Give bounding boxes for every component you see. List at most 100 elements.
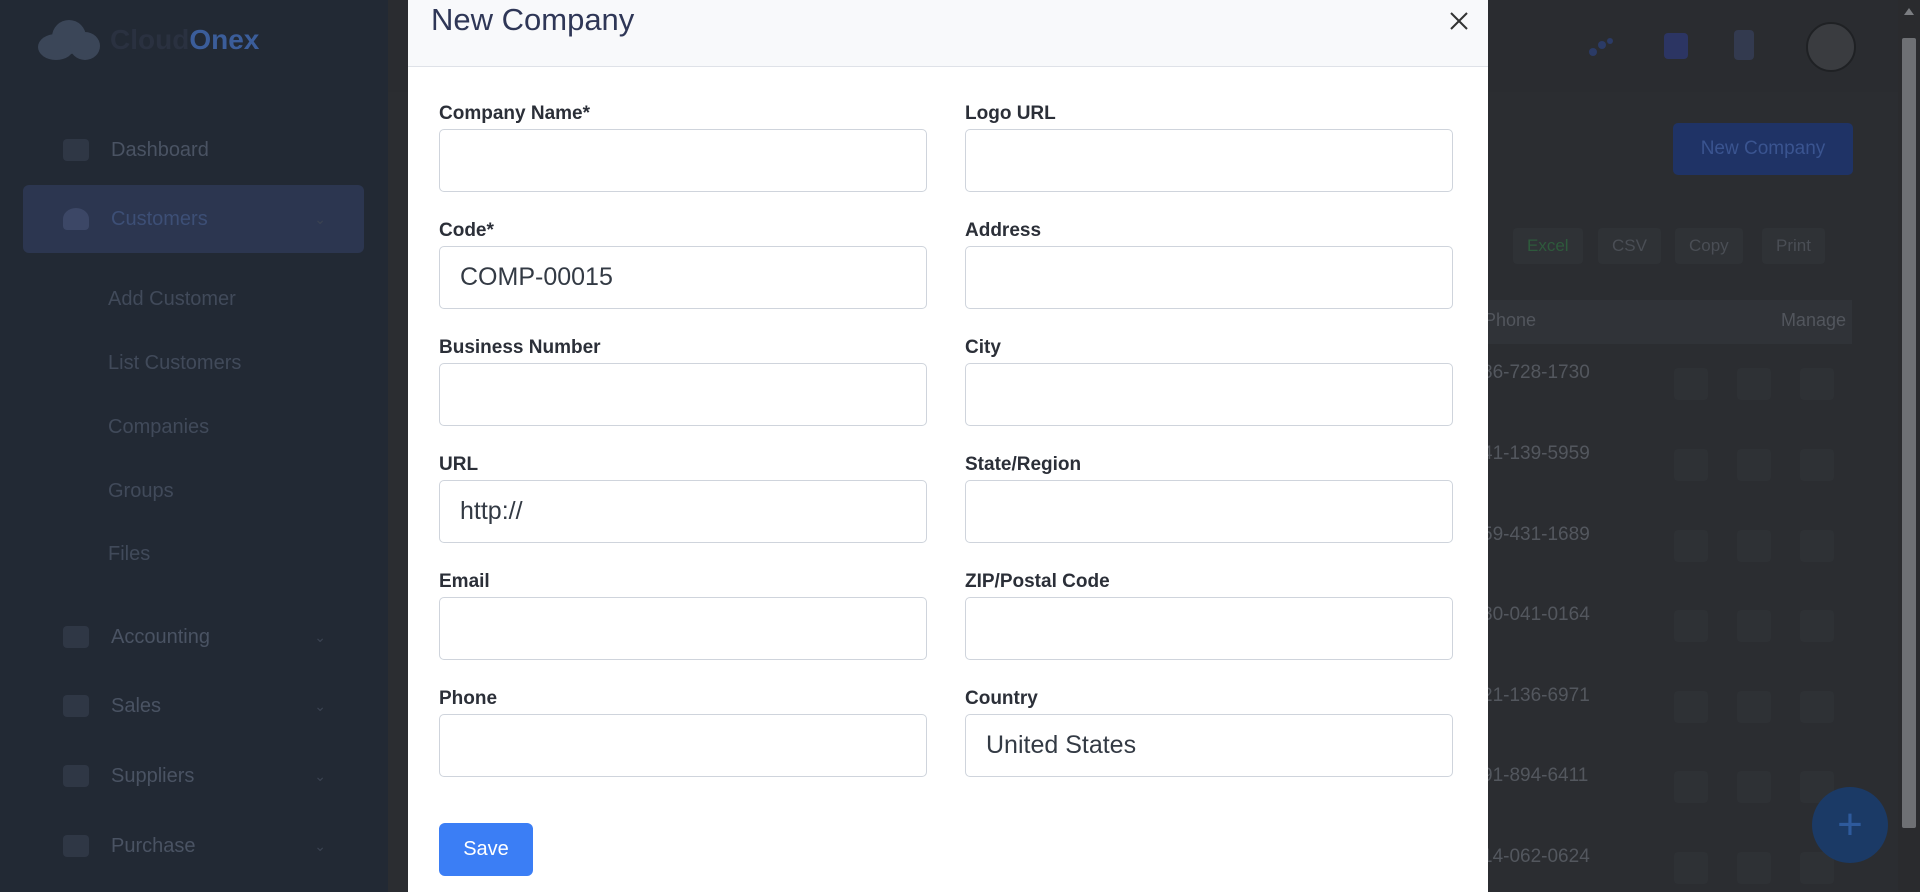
city-input[interactable] xyxy=(965,363,1453,426)
column-header-phone[interactable]: Phone xyxy=(1484,310,1536,331)
zip-postal-code-input[interactable] xyxy=(965,597,1453,660)
edit-icon-button[interactable] xyxy=(1737,449,1771,481)
avatar[interactable] xyxy=(1806,22,1856,72)
logo-url-input[interactable] xyxy=(965,129,1453,192)
sidebar-item-label: Dashboard xyxy=(111,138,209,161)
scrollbar[interactable] xyxy=(1898,0,1920,892)
company-name-input[interactable] xyxy=(439,129,927,192)
address-label: Address xyxy=(965,220,1042,241)
sidebar-item-label: Customers xyxy=(111,207,208,230)
phone-input[interactable] xyxy=(439,714,927,777)
scroll-up-icon[interactable] xyxy=(1904,8,1914,15)
table-header: Phone Manage xyxy=(1480,300,1852,344)
country-input[interactable] xyxy=(965,714,1453,777)
table-cell-phone: 86-728-1730 xyxy=(1482,362,1590,383)
sidebar-subitem-groups[interactable]: Groups xyxy=(108,480,174,503)
sidebar-subitem-add-customer[interactable]: Add Customer xyxy=(108,288,236,311)
export-csv-button[interactable]: CSV xyxy=(1598,228,1661,264)
business-number-label: Business Number xyxy=(439,337,601,358)
table-cell-phone: 14-062-0624 xyxy=(1482,846,1590,867)
scrollbar-thumb[interactable] xyxy=(1902,38,1916,828)
export-copy-button[interactable]: Copy xyxy=(1675,228,1743,264)
logo-text: CloudOnex xyxy=(110,24,260,55)
sidebar-subitem-companies[interactable]: Companies xyxy=(108,416,209,439)
phone-label: Phone xyxy=(439,688,498,709)
save-button[interactable]: Save xyxy=(439,823,533,876)
url-label: URL xyxy=(439,454,479,475)
user-icon xyxy=(63,208,89,230)
edit-icon-button[interactable] xyxy=(1737,610,1771,642)
edit-icon-button[interactable] xyxy=(1737,691,1771,723)
table-cell-phone: 59-431-1689 xyxy=(1482,524,1590,545)
cloud-logo-icon xyxy=(38,20,100,60)
delete-icon-button[interactable] xyxy=(1800,449,1834,481)
accounting-icon xyxy=(63,626,89,648)
edit-icon-button[interactable] xyxy=(1737,771,1771,803)
view-icon-button[interactable] xyxy=(1674,530,1708,562)
clipboard-icon[interactable] xyxy=(1734,30,1754,60)
new-company-modal: New Company Company Name* Code* Business… xyxy=(408,0,1488,892)
view-icon-button[interactable] xyxy=(1674,852,1708,884)
dashboard-icon xyxy=(63,139,89,161)
table-cell-phone: 30-041-0164 xyxy=(1482,604,1590,625)
table-cell-phone: 41-139-5959 xyxy=(1482,443,1590,464)
export-excel-button[interactable]: Excel xyxy=(1513,228,1583,264)
app-logo[interactable]: CloudOnex xyxy=(38,20,259,60)
close-button[interactable] xyxy=(1444,6,1474,36)
close-icon xyxy=(1450,12,1468,30)
email-input[interactable] xyxy=(439,597,927,660)
delete-icon-button[interactable] xyxy=(1800,530,1834,562)
sidebar-item-purchase[interactable]: Purchase ⌄ xyxy=(23,812,364,880)
sidebar-item-label: Sales xyxy=(111,694,162,717)
sidebar-item-dashboard[interactable]: Dashboard xyxy=(23,116,364,184)
chevron-down-icon: ⌄ xyxy=(314,767,326,784)
sidebar-item-sales[interactable]: Sales ⌄ xyxy=(23,672,364,740)
sidebar-item-label: Purchase xyxy=(111,834,196,857)
city-label: City xyxy=(965,337,1001,358)
business-number-input[interactable] xyxy=(439,363,927,426)
sidebar: CloudOnex Dashboard Customers ⌄ Add Cust… xyxy=(0,0,388,892)
code-input[interactable] xyxy=(439,246,927,309)
address-input[interactable] xyxy=(965,246,1453,309)
chevron-down-icon: ⌄ xyxy=(314,837,326,854)
chevron-down-icon: ⌄ xyxy=(314,697,326,714)
delete-icon-button[interactable] xyxy=(1800,368,1834,400)
apps-icon[interactable] xyxy=(1588,36,1614,58)
logo-url-label: Logo URL xyxy=(965,103,1056,124)
suppliers-icon xyxy=(63,765,89,787)
view-icon-button[interactable] xyxy=(1674,610,1708,642)
table-cell-phone: 21-136-6971 xyxy=(1482,685,1590,706)
sidebar-item-accounting[interactable]: Accounting ⌄ xyxy=(23,603,364,671)
new-company-button-bg[interactable]: New Company xyxy=(1673,123,1853,175)
state-region-input[interactable] xyxy=(965,480,1453,543)
code-label: Code* xyxy=(439,220,494,241)
add-fab-button[interactable]: + xyxy=(1812,787,1888,863)
sidebar-subitem-list-customers[interactable]: List Customers xyxy=(108,352,241,375)
sidebar-item-suppliers[interactable]: Suppliers ⌄ xyxy=(23,742,364,810)
chevron-down-icon: ⌄ xyxy=(314,210,326,227)
view-icon-button[interactable] xyxy=(1674,368,1708,400)
view-icon-button[interactable] xyxy=(1674,449,1708,481)
url-input[interactable] xyxy=(439,480,927,543)
document-icon[interactable] xyxy=(1664,33,1688,59)
modal-title: New Company xyxy=(431,2,635,37)
edit-icon-button[interactable] xyxy=(1737,852,1771,884)
state-region-label: State/Region xyxy=(965,454,1082,475)
delete-icon-button[interactable] xyxy=(1800,691,1834,723)
sidebar-item-customers[interactable]: Customers ⌄ xyxy=(23,185,364,253)
zip-postal-code-label: ZIP/Postal Code xyxy=(965,571,1110,592)
sidebar-subitem-files[interactable]: Files xyxy=(108,543,150,566)
edit-icon-button[interactable] xyxy=(1737,368,1771,400)
country-label: Country xyxy=(965,688,1038,709)
table-cell-phone: 91-894-6411 xyxy=(1482,765,1589,786)
export-print-button[interactable]: Print xyxy=(1762,228,1825,264)
sidebar-item-label: Accounting xyxy=(111,625,210,648)
edit-icon-button[interactable] xyxy=(1737,530,1771,562)
view-icon-button[interactable] xyxy=(1674,771,1708,803)
sidebar-item-label: Suppliers xyxy=(111,764,195,787)
purchase-icon xyxy=(63,835,89,857)
email-label: Email xyxy=(439,571,490,592)
chevron-down-icon: ⌄ xyxy=(314,628,326,645)
view-icon-button[interactable] xyxy=(1674,691,1708,723)
delete-icon-button[interactable] xyxy=(1800,610,1834,642)
